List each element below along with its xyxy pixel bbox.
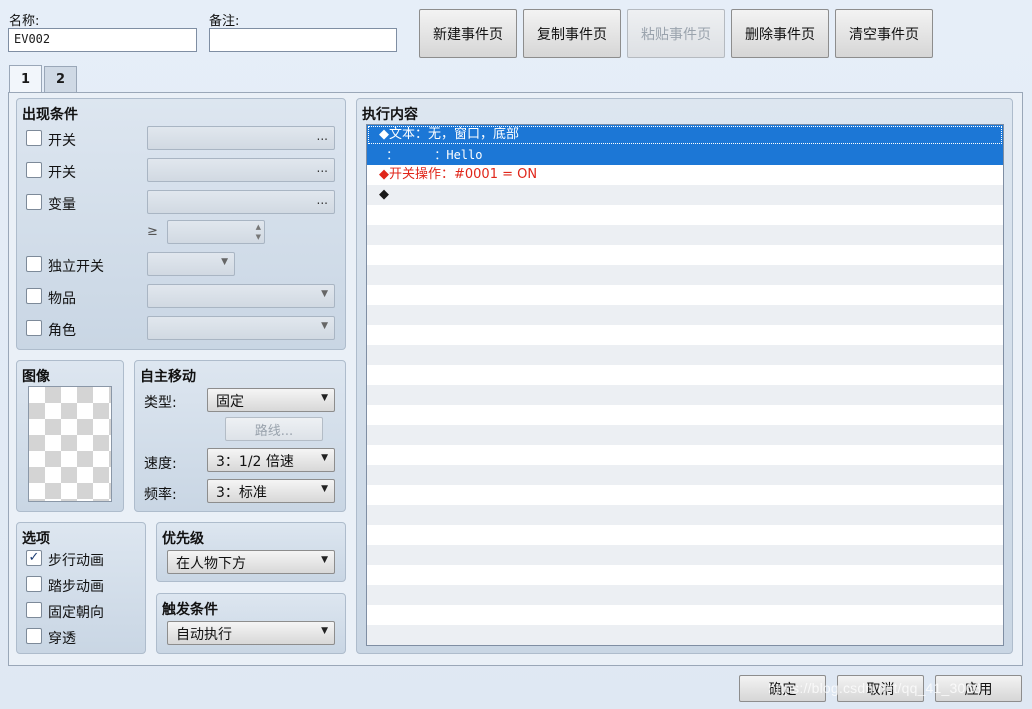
item-checkbox[interactable] — [26, 288, 42, 304]
new-page-button[interactable]: 新建事件页 — [419, 9, 517, 58]
command-text: ： ：Hello — [379, 148, 483, 162]
switch2-field[interactable]: ... — [147, 158, 335, 182]
trigger-value: 自动执行 — [176, 627, 232, 643]
chevron-down-icon: ▼ — [321, 626, 328, 636]
command-line[interactable]: ◆ — [367, 185, 1003, 205]
command-text: ◆文本：无，窗口，底部 — [379, 127, 519, 142]
checkmark-icon: ✓ — [28, 550, 40, 565]
variable-checkbox[interactable] — [26, 194, 42, 210]
chevron-down-icon: ▼ — [321, 453, 328, 463]
event-command-list[interactable]: ◆文本：无，窗口，底部 ： ：Hello ◆开关操作：#0001 = ON ◆ — [366, 124, 1004, 646]
autonomous-title: 自主移动 — [140, 369, 196, 385]
name-input[interactable]: EV002 — [8, 28, 197, 52]
stepping-anim-label: 踏步动画 — [48, 579, 104, 595]
chevron-down-icon: ▼ — [321, 289, 328, 299]
spin-down-icon[interactable]: ▼ — [256, 233, 261, 241]
cancel-button[interactable]: 取消 — [837, 675, 924, 702]
spin-up-icon[interactable]: ▲ — [256, 223, 261, 231]
actor-select[interactable]: ▼ — [147, 316, 335, 340]
ellipsis-icon: ... — [316, 129, 328, 143]
switch1-field[interactable]: ... — [147, 126, 335, 150]
switch2-checkbox[interactable] — [26, 162, 42, 178]
self-switch-checkbox[interactable] — [26, 256, 42, 272]
chevron-down-icon: ▼ — [321, 484, 328, 494]
command-text: ◆ — [379, 187, 389, 202]
switch2-label: 开关 — [48, 165, 76, 181]
switch1-label: 开关 — [48, 133, 76, 149]
direction-fix-checkbox[interactable] — [26, 602, 42, 618]
name-label: 名称: — [9, 14, 40, 29]
ellipsis-icon: ... — [316, 161, 328, 175]
clear-page-button[interactable]: 清空事件页 — [835, 9, 933, 58]
trigger-select[interactable]: 自动执行 ▼ — [167, 621, 335, 645]
move-type-label: 类型: — [144, 395, 177, 411]
through-checkbox[interactable] — [26, 628, 42, 644]
priority-value: 在人物下方 — [176, 556, 246, 572]
delete-page-button[interactable]: 删除事件页 — [731, 9, 829, 58]
move-speed-label: 速度: — [144, 456, 177, 472]
self-switch-label: 独立开关 — [48, 259, 104, 275]
switch1-checkbox[interactable] — [26, 130, 42, 146]
variable-value-stepper[interactable]: ▲ ▼ — [167, 220, 265, 244]
command-text: ◆开关操作：#0001 = ON — [379, 167, 538, 182]
priority-title: 优先级 — [162, 531, 204, 547]
item-label: 物品 — [48, 291, 76, 307]
paste-page-button[interactable]: 粘贴事件页 — [627, 9, 725, 58]
walking-anim-label: 步行动画 — [48, 553, 104, 569]
event-image-preview[interactable] — [28, 386, 112, 502]
ellipsis-icon: ... — [316, 193, 328, 207]
direction-fix-label: 固定朝向 — [48, 605, 104, 621]
note-label: 备注: — [209, 14, 240, 29]
contents-title: 执行内容 — [362, 107, 418, 123]
options-title: 选项 — [22, 531, 50, 547]
actor-label: 角色 — [48, 323, 76, 339]
move-speed-value: 3：1/2 倍速 — [216, 454, 294, 470]
tab-page-2[interactable]: 2 — [44, 66, 77, 92]
item-select[interactable]: ▼ — [147, 284, 335, 308]
trigger-title: 触发条件 — [162, 602, 218, 618]
copy-page-button[interactable]: 复制事件页 — [523, 9, 621, 58]
move-frequency-select[interactable]: 3：标准 ▼ — [207, 479, 335, 503]
chevron-down-icon: ▼ — [321, 393, 328, 403]
move-frequency-label: 频率: — [144, 487, 177, 503]
actor-checkbox[interactable] — [26, 320, 42, 336]
move-speed-select[interactable]: 3：1/2 倍速 ▼ — [207, 448, 335, 472]
tab-page-1[interactable]: 1 — [9, 65, 42, 93]
apply-button[interactable]: 应用 — [935, 675, 1022, 702]
conditions-title: 出现条件 — [22, 107, 78, 123]
through-label: 穿透 — [48, 631, 76, 647]
stepping-anim-checkbox[interactable] — [26, 576, 42, 592]
gte-symbol: ≥ — [147, 224, 158, 239]
image-title: 图像 — [22, 369, 50, 385]
chevron-down-icon: ▼ — [321, 555, 328, 565]
move-type-value: 固定 — [216, 394, 244, 410]
walking-anim-checkbox[interactable]: ✓ — [26, 550, 42, 566]
priority-select[interactable]: 在人物下方 ▼ — [167, 550, 335, 574]
command-line[interactable]: ◆开关操作：#0001 = ON — [367, 165, 1003, 185]
variable-field[interactable]: ... — [147, 190, 335, 214]
command-line[interactable]: ◆文本：无，窗口，底部 — [367, 125, 1003, 145]
note-input[interactable] — [209, 28, 397, 52]
move-frequency-value: 3：标准 — [216, 485, 267, 501]
self-switch-select[interactable]: ▼ — [147, 252, 235, 276]
chevron-down-icon: ▼ — [321, 321, 328, 331]
chevron-down-icon: ▼ — [221, 257, 228, 267]
move-type-select[interactable]: 固定 ▼ — [207, 388, 335, 412]
ok-button[interactable]: 确定 — [739, 675, 826, 702]
route-button[interactable]: 路线... — [225, 417, 323, 441]
variable-label: 变量 — [48, 197, 76, 213]
command-line[interactable]: ： ：Hello — [367, 145, 1003, 165]
